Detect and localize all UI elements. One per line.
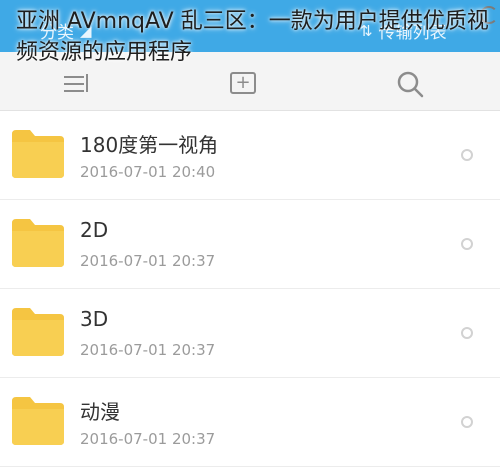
folder-date: 2016-07-01 20:40 bbox=[80, 163, 216, 181]
folder-name: 2D bbox=[80, 218, 109, 242]
folder-icon bbox=[12, 130, 64, 178]
folder-date: 2016-07-01 20:37 bbox=[80, 430, 216, 448]
select-radio[interactable] bbox=[461, 238, 473, 250]
folder-icon bbox=[12, 219, 64, 267]
add-icon[interactable]: + bbox=[230, 72, 256, 94]
select-radio[interactable] bbox=[461, 149, 473, 161]
add-glyph: + bbox=[235, 72, 251, 93]
folder-icon bbox=[12, 397, 64, 445]
folder-name: 动漫 bbox=[80, 400, 120, 424]
list-item[interactable]: 2D 2016-07-01 20:37 bbox=[0, 200, 500, 289]
folder-name: 180度第一视角 bbox=[80, 133, 219, 157]
folder-date: 2016-07-01 20:37 bbox=[80, 252, 216, 270]
list-item[interactable]: 3D 2016-07-01 20:37 bbox=[0, 289, 500, 378]
sort-icon[interactable] bbox=[64, 73, 90, 95]
select-radio[interactable] bbox=[461, 327, 473, 339]
folder-date: 2016-07-01 20:37 bbox=[80, 341, 216, 359]
folder-icon bbox=[12, 308, 64, 356]
list-item[interactable]: 动漫 2016-07-01 20:37 bbox=[0, 378, 500, 467]
headline-caption: 亚洲 AVmnqAV 乱三区：一款为用户提供优质视频资源的应用程序 bbox=[16, 9, 489, 65]
list-item[interactable]: 180度第一视角 2016-07-01 20:40 bbox=[0, 111, 500, 200]
folder-name: 3D bbox=[80, 307, 109, 331]
select-radio[interactable] bbox=[461, 416, 473, 428]
search-icon[interactable] bbox=[396, 70, 424, 98]
